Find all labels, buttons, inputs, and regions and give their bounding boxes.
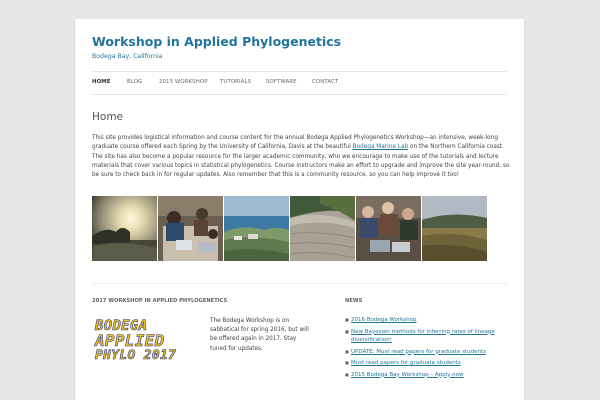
bodega-applied-phylo-logo[interactable]: BODEGA APPLIED PHYLO 2017 [95,319,197,367]
site-description: Bodega Bay, California [92,53,163,60]
nav-item-2015-workshop[interactable]: 2015 Workshop [159,79,208,85]
workshop-widget-title: 2017 Workshop in Applied Phylogenetics [92,298,228,304]
photo-bay-aerial[interactable] [224,196,289,261]
logo-line-applied: APPLIED [95,331,165,350]
news-link-bayesian-methods[interactable]: New Bayesian methods for inferring rates… [345,328,495,345]
news-item: 2016 Bodega Workshop [345,316,495,325]
photo-grassland[interactable] [422,196,487,261]
workshop-widget-text: The Bodega Workshop is on sabbatical for… [210,318,309,352]
news-link-must-read[interactable]: Must read papers for graduate students [345,359,495,368]
news-item: New Bayesian methods for inferring rates… [345,328,495,345]
news-item: Must read papers for graduate students [345,359,495,368]
news-widget-title: News [345,298,363,304]
bodega-marine-lab-link[interactable]: Bodega Marine Lab [353,144,408,150]
nav-item-home[interactable]: Home [92,79,111,85]
photo-students-laptops[interactable] [158,196,223,261]
photo-sunset-tree[interactable] [92,196,157,261]
photo-beach-dunes[interactable] [290,196,355,261]
nav-item-blog[interactable]: Blog [127,79,142,85]
content-divider [92,283,507,284]
site-title[interactable]: Workshop in Applied Phylogenetics [92,34,341,49]
intro-paragraph: This site provides logistical informatio… [92,134,510,181]
news-link-2015-apply[interactable]: 2015 Bodega Bay Workshop – Apply now [345,371,495,380]
main-navigation: Home Blog 2015 Workshop Tutorials Softwa… [92,71,507,95]
news-item: 2015 Bodega Bay Workshop – Apply now [345,371,495,380]
nav-item-tutorials[interactable]: Tutorials [220,79,251,85]
news-item: UPDATE: Must read papers for graduate st… [345,348,495,357]
photo-group-meeting[interactable] [356,196,421,261]
page-title: Home [92,111,124,123]
photo-gallery [92,196,492,262]
page-container: Workshop in Applied Phylogenetics Bodega… [75,19,524,400]
news-link-2016-workshop[interactable]: 2016 Bodega Workshop [345,316,495,325]
news-list: 2016 Bodega Workshop New Bayesian method… [345,316,495,379]
news-link-update-must-read[interactable]: UPDATE: Must read papers for graduate st… [345,348,495,357]
nav-item-contact[interactable]: Contact [312,79,338,85]
nav-item-software[interactable]: Software [266,79,297,85]
logo-line-phylo: PHYLO 2017 [95,348,177,363]
